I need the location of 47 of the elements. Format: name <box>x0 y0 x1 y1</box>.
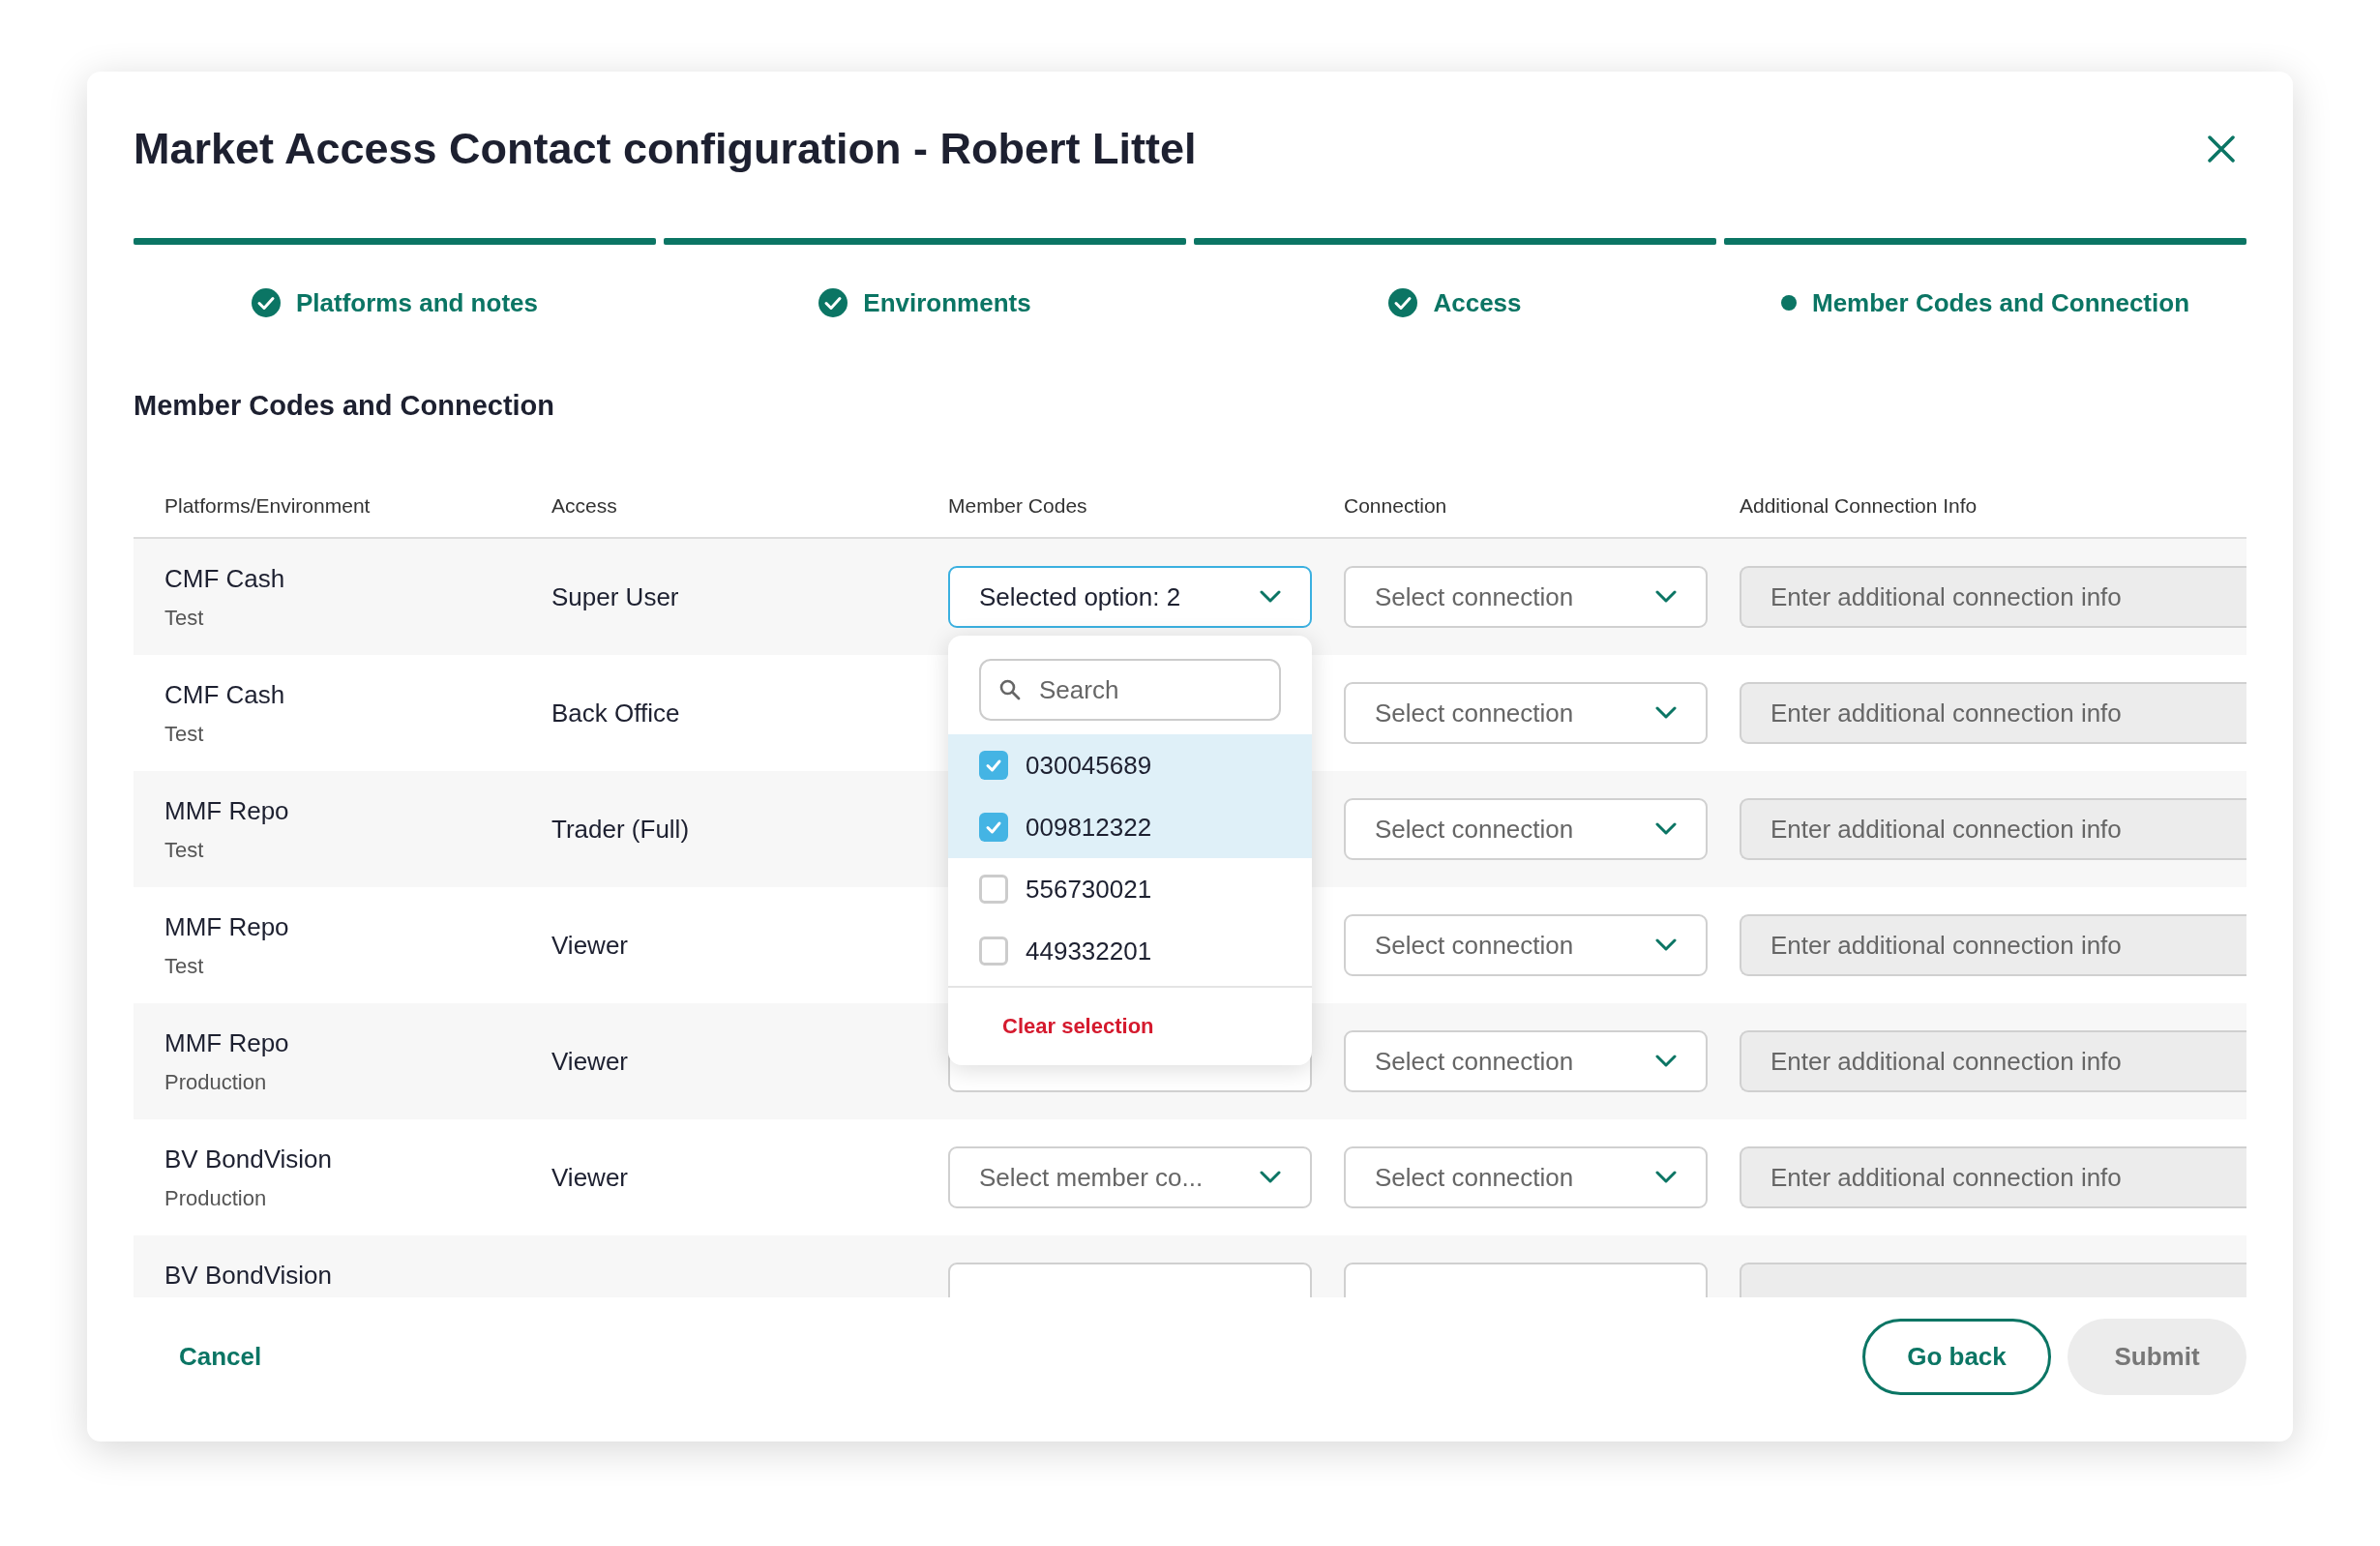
access-level: Back Office <box>551 698 680 728</box>
platform-name: MMF Repo <box>164 796 290 826</box>
access-level: Super User <box>551 581 679 611</box>
environment-name: Test <box>164 838 205 863</box>
member-code-option[interactable]: 030045689 <box>948 734 1312 796</box>
go-back-button[interactable]: Go back <box>1862 1319 2051 1395</box>
access-level: Viewer <box>551 1046 628 1076</box>
platform-name: MMF Repo <box>164 912 290 942</box>
step-label[interactable]: Access <box>1433 287 1522 318</box>
connection-dropdown[interactable]: Select connection <box>1344 1146 1708 1208</box>
platform-name: CMF Cash <box>164 564 286 594</box>
environment-name: Test <box>164 722 205 747</box>
connection-dropdown[interactable]: Select connection <box>1344 682 1708 744</box>
step-label[interactable]: Environments <box>863 287 1031 318</box>
section-title: Member Codes and Connection <box>134 389 556 423</box>
step-label[interactable]: Member Codes and Connection <box>1811 287 2189 318</box>
connection-dropdown[interactable]: Select connection <box>1344 1030 1708 1092</box>
platform-name: BV BondVision <box>164 1261 333 1291</box>
clear-selection-link[interactable]: Clear selection <box>1002 1014 1154 1039</box>
dialog-title: Market Access Contact configuration - Robert Littel <box>134 123 1197 175</box>
connection-dropdown[interactable]: Select connection <box>1344 798 1708 860</box>
access-level: Viewer <box>551 930 628 960</box>
search-field[interactable]: Search <box>979 659 1281 721</box>
member-codes-dropdown[interactable]: Select member co... <box>948 1146 1312 1208</box>
member-codes-dropdown[interactable]: Selected option: 2 <box>948 566 1312 628</box>
platform-name: CMF Cash <box>164 680 286 710</box>
environment-name: Test <box>164 954 205 979</box>
column-header: Additional Connection Info <box>1740 494 1978 518</box>
environment-name: Production <box>164 1186 268 1211</box>
environment-name: Test <box>164 606 205 631</box>
access-level: Trader (Full) <box>551 814 690 844</box>
environment-name: Production <box>164 1070 268 1095</box>
column-header: Member Codes <box>948 494 1088 518</box>
platform-name: BV BondVision <box>164 1145 333 1174</box>
search-input[interactable]: Search <box>1037 673 1254 706</box>
member-code-option[interactable]: 009812322 <box>948 796 1312 858</box>
column-header: Access <box>551 494 618 518</box>
step-label[interactable]: Platforms and notes <box>296 287 538 318</box>
column-header: Platforms/Environment <box>164 494 372 518</box>
connection-dropdown[interactable]: Select connection <box>1344 914 1708 976</box>
access-level: Viewer <box>551 1162 628 1192</box>
platform-name: MMF Repo <box>164 1028 290 1058</box>
member-code-option[interactable]: 556730021 <box>948 858 1312 920</box>
member-code-option[interactable]: 449332201 <box>948 920 1312 982</box>
connection-dropdown[interactable]: Select connection <box>1344 566 1708 628</box>
cancel-link[interactable]: Cancel <box>179 1342 262 1372</box>
column-header: Connection <box>1344 494 1448 518</box>
